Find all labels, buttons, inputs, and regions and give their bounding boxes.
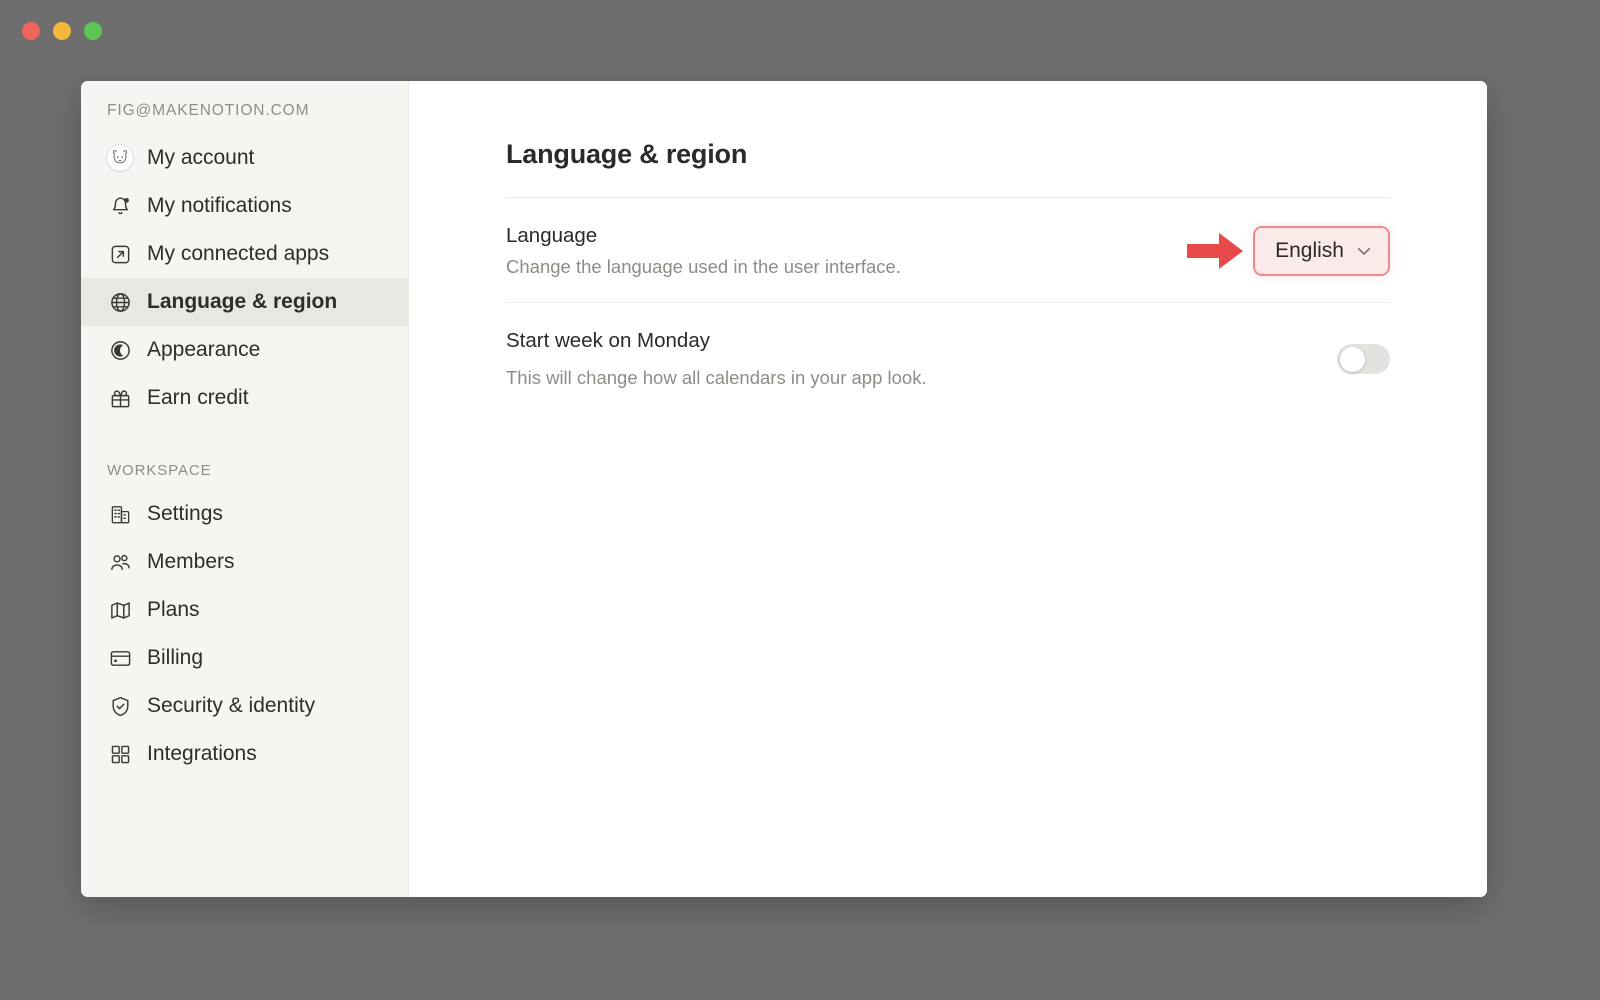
setting-title-start-week: Start week on Monday [506,329,710,352]
sidebar-item-security-identity[interactable]: Security & identity [81,682,408,730]
settings-content-panel: Language & region Language Change the la… [409,81,1487,897]
sidebar-item-integrations[interactable]: Integrations [81,730,408,778]
sidebar-item-members[interactable]: Members [81,538,408,586]
sidebar-item-label: Security & identity [147,694,316,717]
building-icon [107,501,133,527]
sidebar-item-label: My connected apps [147,242,330,265]
start-week-toggle[interactable] [1337,344,1390,374]
page-title: Language & region [506,139,748,169]
sidebar-item-appearance[interactable]: Appearance [81,326,408,374]
sidebar-item-language-region[interactable]: Language & region [81,278,408,326]
red-arrow-annotation-icon [1179,225,1251,277]
account-email-label: FIG@MAKENOTION.COM [107,102,310,119]
setting-description-language: Change the language used in the user int… [506,256,901,277]
setting-row-start-week-monday: Start week on Monday This will change ho… [506,303,1390,413]
language-dropdown-value: English [1275,239,1344,262]
sidebar-item-label: Appearance [147,338,261,361]
sidebar-item-label: Integrations [147,742,257,765]
moon-icon [107,337,133,363]
sidebar-item-my-connected-apps[interactable]: My connected apps [81,230,408,278]
language-dropdown[interactable]: English [1253,226,1390,276]
close-window-button[interactable] [22,22,40,40]
desktop-background: FIG@MAKENOTION.COM My account My notific… [0,0,1600,1000]
map-icon [107,597,133,623]
globe-icon [107,289,133,315]
setting-row-language: Language Change the language used in the… [506,198,1390,302]
window-traffic-lights [22,22,102,40]
sidebar-item-settings[interactable]: Settings [81,490,408,538]
avatar-icon [107,145,133,171]
people-icon [107,549,133,575]
sidebar-item-label: Settings [147,502,223,525]
credit-card-icon [107,645,133,671]
settings-window: FIG@MAKENOTION.COM My account My notific… [81,81,1487,897]
setting-description-start-week: This will change how all calendars in yo… [506,367,927,388]
sidebar-item-my-notifications[interactable]: My notifications [81,182,408,230]
maximize-window-button[interactable] [84,22,102,40]
sidebar-item-label: My account [147,146,255,169]
sidebar-item-label: Plans [147,598,200,621]
sidebar-section-workspace-label: WORKSPACE [107,462,212,479]
sidebar-item-billing[interactable]: Billing [81,634,408,682]
setting-text-start-week: Start week on Monday This will change ho… [506,329,927,389]
bell-icon [107,193,133,219]
chevron-down-icon [1358,248,1370,255]
gift-icon [107,385,133,411]
settings-sidebar: FIG@MAKENOTION.COM My account My notific… [81,81,409,897]
sidebar-item-label: Language & region [147,290,338,313]
minimize-window-button[interactable] [53,22,71,40]
sidebar-item-label: Billing [147,646,204,669]
sidebar-item-my-account[interactable]: My account [81,134,408,182]
sidebar-item-label: My notifications [147,194,292,217]
setting-text-language: Language Change the language used in the… [506,224,901,278]
sidebar-item-label: Earn credit [147,386,249,409]
language-control-group: English [1184,226,1390,276]
sidebar-item-label: Members [147,550,235,573]
toggle-knob [1339,346,1365,372]
sidebar-item-earn-credit[interactable]: Earn credit [81,374,408,422]
shield-check-icon [107,693,133,719]
arrow-out-box-icon [107,241,133,267]
grid-icon [107,741,133,767]
setting-title-language: Language [506,224,598,247]
sidebar-item-plans[interactable]: Plans [81,586,408,634]
